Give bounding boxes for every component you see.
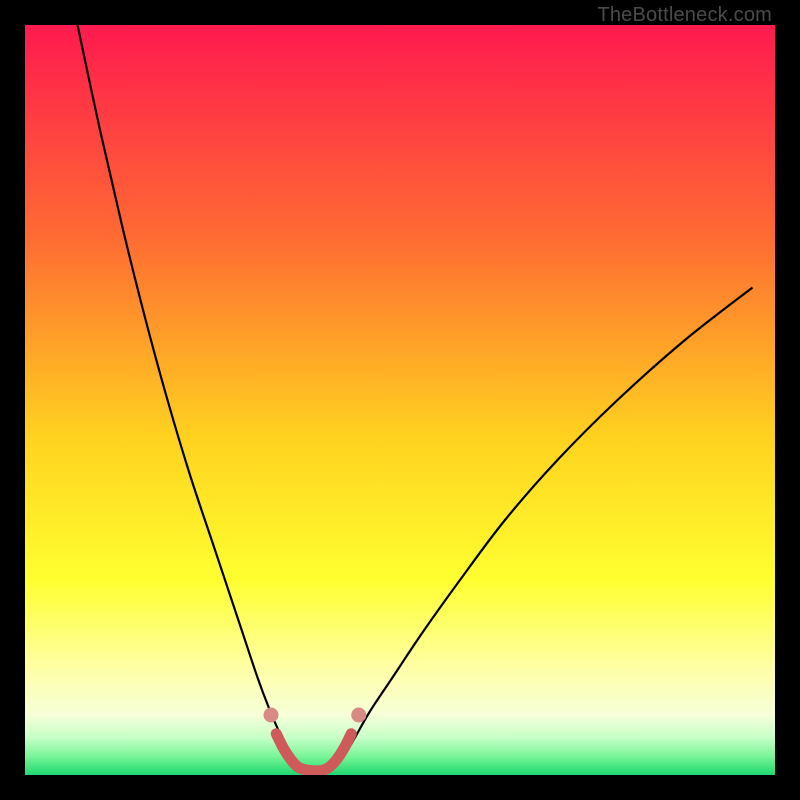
watermark-text: TheBottleneck.com [597,4,772,27]
curve-right-branch [334,288,753,768]
curve-layer [25,25,775,775]
curve-left-branch [78,25,302,768]
marker-dot-right [351,708,366,723]
trough-marker-curve [276,734,351,771]
marker-dot-left [264,708,279,723]
chart-frame: TheBottleneck.com [0,0,800,800]
plot-area [25,25,775,775]
